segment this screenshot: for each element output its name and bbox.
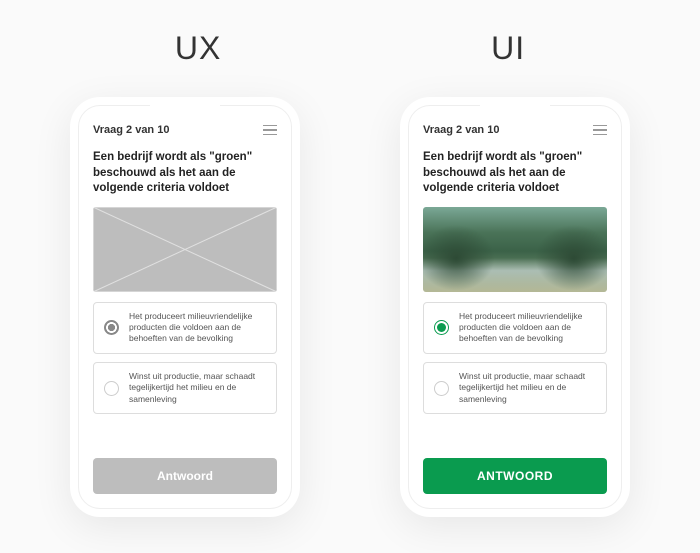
progress-indicator: Vraag 2 van 10 [423,124,499,136]
question-image [423,207,607,292]
ux-screen: Vraag 2 van 10 Een bedrijf wordt als "gr… [78,105,292,509]
answer-option[interactable]: Het produceert milieuvriendelijke produc… [93,302,277,354]
answer-option[interactable]: Het produceert milieuvriendelijke produc… [423,302,607,354]
phone-notch [150,105,220,119]
answer-button[interactable]: Antwoord [93,458,277,494]
phone-notch [480,105,550,119]
radio-selected-icon [104,320,119,335]
options-list: Het produceert milieuvriendelijke produc… [409,302,621,446]
ux-title: UX [175,30,221,67]
button-row: Antwoord [79,446,291,508]
answer-option[interactable]: Winst uit productie, maar schaadt tegeli… [93,362,277,414]
hamburger-menu-icon[interactable] [263,125,277,136]
hamburger-menu-icon[interactable] [593,125,607,136]
options-list: Het produceert milieuvriendelijke produc… [79,302,291,446]
button-row: ANTWOORD [409,446,621,508]
answer-option[interactable]: Winst uit productie, maar schaadt tegeli… [423,362,607,414]
image-placeholder [93,207,277,292]
ux-phone: Vraag 2 van 10 Een bedrijf wordt als "gr… [70,97,300,517]
answer-button[interactable]: ANTWOORD [423,458,607,494]
option-label: Winst uit productie, maar schaadt tegeli… [459,371,596,405]
option-label: Het produceert milieuvriendelijke produc… [459,311,596,345]
option-label: Winst uit productie, maar schaadt tegeli… [129,371,266,405]
option-label: Het produceert milieuvriendelijke produc… [129,311,266,345]
radio-empty-icon [104,381,119,396]
ui-screen: Vraag 2 van 10 Een bedrijf wordt als "gr… [408,105,622,509]
radio-selected-icon [434,320,449,335]
question-text: Een bedrijf wordt als "groen" beschouwd … [409,144,621,207]
ui-title: UI [491,30,525,67]
progress-indicator: Vraag 2 van 10 [93,124,169,136]
ui-phone: Vraag 2 van 10 Een bedrijf wordt als "gr… [400,97,630,517]
question-text: Een bedrijf wordt als "groen" beschouwd … [79,144,291,207]
radio-empty-icon [434,381,449,396]
